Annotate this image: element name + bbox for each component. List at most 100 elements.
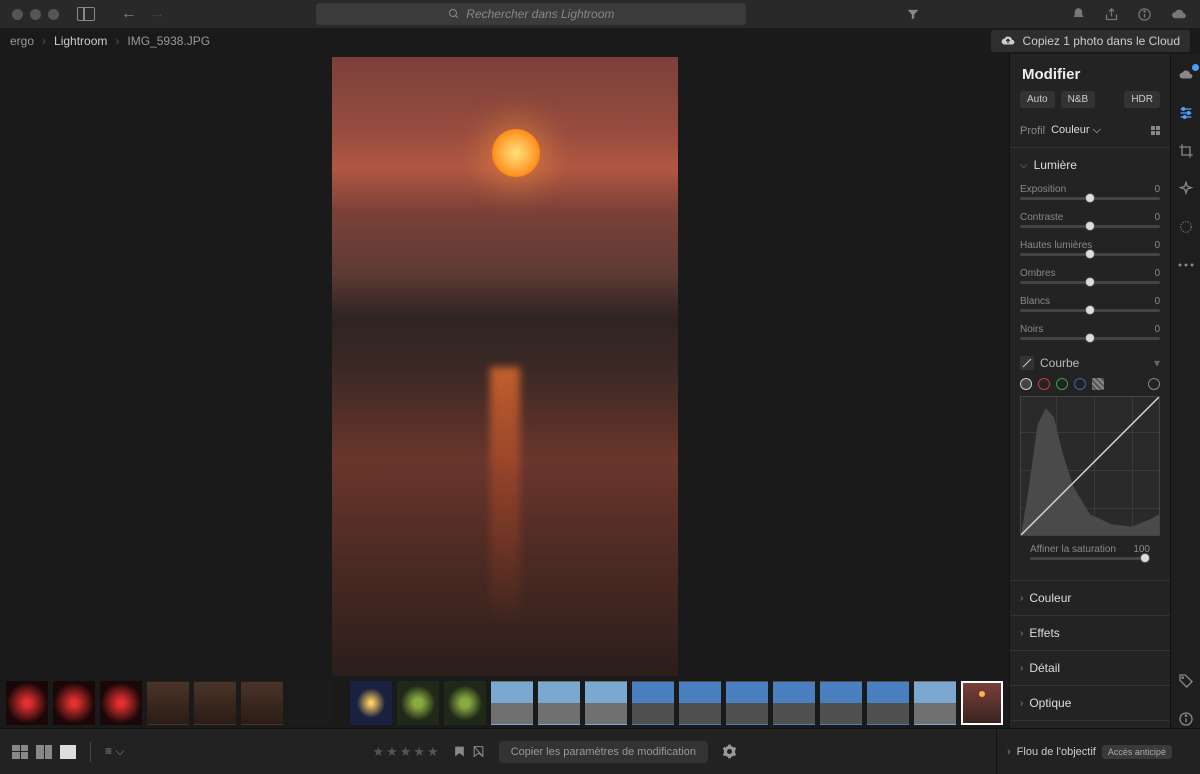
profile-grid-icon[interactable] xyxy=(1151,126,1160,135)
thumbnail-selected[interactable] xyxy=(961,681,1003,725)
compare-view-icon[interactable] xyxy=(36,745,52,759)
thumbnail[interactable] xyxy=(914,681,956,725)
cloud-upload-icon xyxy=(1001,34,1015,48)
thumbnail[interactable] xyxy=(194,681,236,725)
breadcrumb-item[interactable]: Lightroom xyxy=(54,34,107,48)
blacks-slider[interactable]: Noirs0 xyxy=(1010,322,1170,350)
section-optics-header[interactable]: ›Optique xyxy=(1010,686,1170,720)
thumbnail[interactable] xyxy=(147,681,189,725)
flag-reject-icon[interactable] xyxy=(472,745,485,758)
crop-icon[interactable] xyxy=(1177,142,1195,160)
thumbnail[interactable] xyxy=(241,681,283,725)
refine-saturation-slider[interactable]: Affiner la saturation100 xyxy=(1020,542,1160,570)
thumbnail[interactable] xyxy=(491,681,533,725)
thumbnail[interactable] xyxy=(773,681,815,725)
sidebar-toggle-icon[interactable] xyxy=(77,7,95,21)
contrast-slider[interactable]: Contraste0 xyxy=(1010,210,1170,238)
search-input[interactable]: Rechercher dans Lightroom xyxy=(316,3,746,25)
star-icon[interactable]: ★ xyxy=(413,744,425,760)
lens-blur-section[interactable]: › Flou de l'objectif Accès anticipé xyxy=(996,728,1200,774)
thumbnail[interactable] xyxy=(288,681,330,725)
thumbnail[interactable] xyxy=(444,681,486,725)
section-effects-header[interactable]: ›Effets xyxy=(1010,616,1170,650)
channel-parametric[interactable] xyxy=(1092,378,1104,390)
flag-pick-icon[interactable] xyxy=(453,745,466,758)
star-rating[interactable]: ★★★★★ xyxy=(372,744,438,760)
tone-curve[interactable] xyxy=(1020,396,1160,536)
chevron-down-icon: ⌵ xyxy=(1020,160,1028,171)
close-circle[interactable] xyxy=(12,9,23,20)
breadcrumb-item[interactable]: IMG_5938.JPG xyxy=(127,34,210,48)
chevron-right-icon: › xyxy=(1020,698,1023,709)
cloud-sync-text: Copiez 1 photo dans le Cloud xyxy=(1023,34,1180,48)
star-icon[interactable]: ★ xyxy=(372,744,384,760)
channel-green[interactable] xyxy=(1056,378,1068,390)
thumbnail[interactable] xyxy=(585,681,627,725)
curve-menu-icon[interactable]: ▾ xyxy=(1154,356,1160,370)
thumbnail[interactable] xyxy=(679,681,721,725)
cloud-status-icon[interactable] xyxy=(1177,66,1195,84)
thumbnail[interactable] xyxy=(867,681,909,725)
profile-dropdown[interactable]: Couleur ⌵ xyxy=(1051,124,1101,137)
image-stage[interactable] xyxy=(0,54,1009,678)
share-icon[interactable] xyxy=(1104,7,1119,22)
sort-icon[interactable]: ≡ ⌵ xyxy=(105,744,124,759)
back-arrow-icon[interactable]: ← xyxy=(121,5,137,23)
channel-red[interactable] xyxy=(1038,378,1050,390)
profile-label: Profil xyxy=(1020,125,1045,137)
chevron-right-icon: › xyxy=(1007,746,1011,758)
mask-icon[interactable] xyxy=(1177,218,1195,236)
copy-settings-button[interactable]: Copier les paramètres de modification xyxy=(499,741,708,763)
section-light-header[interactable]: ⌵ Lumière xyxy=(1010,148,1170,182)
thumbnail[interactable] xyxy=(726,681,768,725)
tag-icon[interactable] xyxy=(1177,672,1195,690)
filter-icon[interactable] xyxy=(906,7,920,21)
gear-icon[interactable] xyxy=(722,744,737,759)
star-icon[interactable]: ★ xyxy=(427,744,439,760)
thumbnail[interactable] xyxy=(538,681,580,725)
channel-all[interactable] xyxy=(1020,378,1032,390)
thumbnail[interactable] xyxy=(820,681,862,725)
info-panel-icon[interactable] xyxy=(1177,710,1195,728)
edit-panel: Modifier Auto N&B HDR Profil Couleur ⌵ ⌵… xyxy=(1009,54,1170,728)
exposure-slider[interactable]: Exposition0 xyxy=(1010,182,1170,210)
search-placeholder: Rechercher dans Lightroom xyxy=(466,7,614,21)
grid-view-icon[interactable] xyxy=(12,745,28,759)
thumbnail[interactable] xyxy=(632,681,674,725)
section-color-header[interactable]: ›Couleur xyxy=(1010,581,1170,615)
cloud-icon[interactable] xyxy=(1170,7,1188,22)
shadows-slider[interactable]: Ombres0 xyxy=(1010,266,1170,294)
highlights-slider[interactable]: Hautes lumières0 xyxy=(1010,238,1170,266)
single-view-icon[interactable] xyxy=(60,745,76,759)
star-icon[interactable]: ★ xyxy=(386,744,398,760)
early-access-badge: Accès anticipé xyxy=(1102,745,1172,759)
edit-sliders-icon[interactable] xyxy=(1177,104,1195,122)
star-icon[interactable]: ★ xyxy=(400,744,412,760)
chevron-down-icon: ⌵ xyxy=(1093,124,1101,136)
maximize-circle[interactable] xyxy=(48,9,59,20)
hdr-button[interactable]: HDR xyxy=(1124,91,1160,108)
auto-button[interactable]: Auto xyxy=(1020,91,1055,108)
bw-button[interactable]: N&B xyxy=(1061,91,1096,108)
breadcrumb-item[interactable]: ergo xyxy=(10,34,34,48)
filmstrip[interactable] xyxy=(0,678,1009,728)
forward-arrow-icon: → xyxy=(149,5,165,23)
info-icon[interactable] xyxy=(1137,7,1152,22)
thumbnail[interactable] xyxy=(53,681,95,725)
section-detail-header[interactable]: ›Détail xyxy=(1010,651,1170,685)
cloud-sync-banner[interactable]: Copiez 1 photo dans le Cloud xyxy=(991,30,1190,52)
window-controls[interactable] xyxy=(12,9,59,20)
healing-icon[interactable] xyxy=(1177,180,1195,198)
thumbnail[interactable] xyxy=(6,681,48,725)
thumbnail[interactable] xyxy=(350,681,392,725)
minimize-circle[interactable] xyxy=(30,9,41,20)
channel-blue[interactable] xyxy=(1074,378,1086,390)
whites-slider[interactable]: Blancs0 xyxy=(1010,294,1170,322)
thumbnail[interactable] xyxy=(397,681,439,725)
thumbnail[interactable] xyxy=(100,681,142,725)
curve-reset-icon[interactable] xyxy=(1148,378,1160,390)
more-icon[interactable] xyxy=(1177,256,1195,274)
chevron-right-icon: › xyxy=(1020,663,1023,674)
curve-icon[interactable] xyxy=(1020,356,1034,370)
bell-icon[interactable] xyxy=(1071,7,1086,22)
